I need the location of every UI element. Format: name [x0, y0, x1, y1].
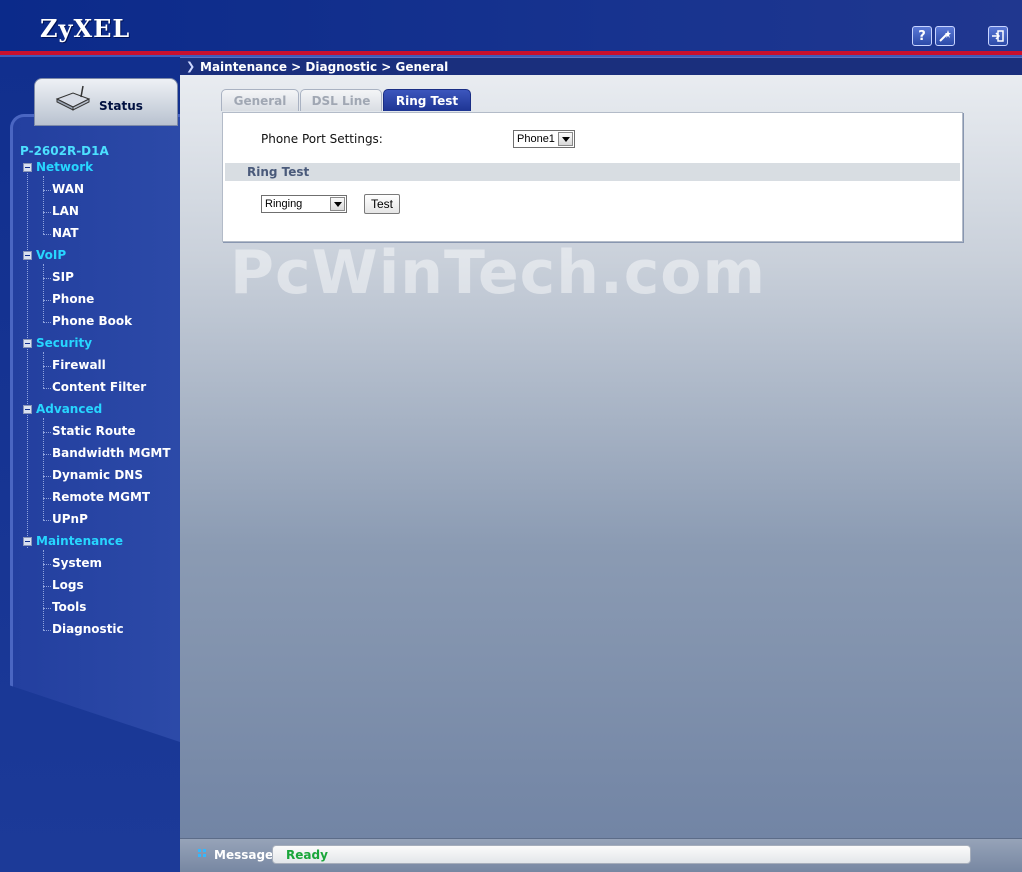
nav-item-remote-mgmt[interactable]: Remote MGMT	[52, 490, 150, 504]
router-icon	[55, 85, 91, 111]
nav-section-voip[interactable]: VoIP	[36, 248, 66, 262]
tree-branch-advanced	[43, 418, 44, 520]
device-model: P-2602R-D1A	[20, 144, 109, 158]
tab-ring-test[interactable]: Ring Test	[383, 89, 471, 111]
breadcrumb-arrow-icon: ❯	[186, 60, 196, 73]
nav-item-nat[interactable]: NAT	[52, 226, 79, 240]
message-label: Message	[214, 848, 274, 862]
nav-section-network[interactable]: Network	[36, 160, 93, 174]
message-dots-icon	[198, 849, 208, 859]
tree-branch-voip	[43, 264, 44, 322]
tab-general[interactable]: General	[221, 89, 299, 111]
tree-branch-maintenance	[43, 550, 44, 630]
wizard-wand-icon[interactable]	[935, 26, 955, 46]
tree-branch-security	[43, 352, 44, 388]
nav-item-dynamic-dns[interactable]: Dynamic DNS	[52, 468, 143, 482]
nav-item-wan[interactable]: WAN	[52, 182, 84, 196]
status-tab-label: Status	[99, 99, 143, 113]
collapse-network-icon[interactable]	[23, 163, 32, 172]
status-tab[interactable]: Status	[34, 78, 178, 126]
nav-item-phone[interactable]: Phone	[52, 292, 94, 306]
breadcrumb: Maintenance > Diagnostic > General	[200, 60, 449, 74]
collapse-maintenance-icon[interactable]	[23, 537, 32, 546]
section-header-bar	[225, 163, 960, 181]
nav-item-diagnostic[interactable]: Diagnostic	[52, 622, 124, 636]
nav-item-lan[interactable]: LAN	[52, 204, 79, 218]
nav-item-logs[interactable]: Logs	[52, 578, 84, 592]
phone-port-value: Phone1	[517, 133, 555, 145]
phone-port-select[interactable]: Phone1	[513, 130, 575, 148]
message-status: Ready	[286, 848, 328, 862]
watermark-text: PcWinTech.com	[230, 238, 767, 308]
nav-section-maintenance[interactable]: Maintenance	[36, 534, 123, 548]
breadcrumb-bar: ❯ Maintenance > Diagnostic > General	[180, 57, 1022, 75]
top-header: ZyXEL ?	[0, 0, 1022, 57]
message-field	[272, 845, 971, 864]
nav-item-sip[interactable]: SIP	[52, 270, 74, 284]
nav-item-upnp[interactable]: UPnP	[52, 512, 88, 526]
tab-dsl-line[interactable]: DSL Line	[300, 89, 382, 111]
nav-item-content-filter[interactable]: Content Filter	[52, 380, 146, 394]
ring-mode-select[interactable]: Ringing	[261, 195, 347, 213]
question-mark-icon[interactable]: ?	[912, 26, 932, 46]
zyxel-logo: ZyXEL	[40, 14, 131, 43]
section-title: Ring Test	[247, 165, 310, 179]
tree-line	[27, 164, 28, 548]
nav-item-tools[interactable]: Tools	[52, 600, 86, 614]
collapse-voip-icon[interactable]	[23, 251, 32, 260]
nav-section-security[interactable]: Security	[36, 336, 92, 350]
nav-item-bandwidth-mgmt[interactable]: Bandwidth MGMT	[52, 446, 171, 460]
nav-item-firewall[interactable]: Firewall	[52, 358, 106, 372]
chevron-down-icon	[330, 197, 345, 211]
nav-item-phone-book[interactable]: Phone Book	[52, 314, 132, 328]
test-button[interactable]: Test	[364, 194, 400, 214]
collapse-advanced-icon[interactable]	[23, 405, 32, 414]
tree-branch-network	[43, 176, 44, 234]
logout-icon[interactable]	[988, 26, 1008, 46]
collapse-security-icon[interactable]	[23, 339, 32, 348]
nav-item-static-route[interactable]: Static Route	[52, 424, 136, 438]
chevron-down-icon	[558, 132, 573, 146]
phone-port-label: Phone Port Settings:	[261, 132, 383, 146]
nav-item-system[interactable]: System	[52, 556, 102, 570]
ring-mode-value: Ringing	[265, 198, 303, 210]
nav-section-advanced[interactable]: Advanced	[36, 402, 102, 416]
